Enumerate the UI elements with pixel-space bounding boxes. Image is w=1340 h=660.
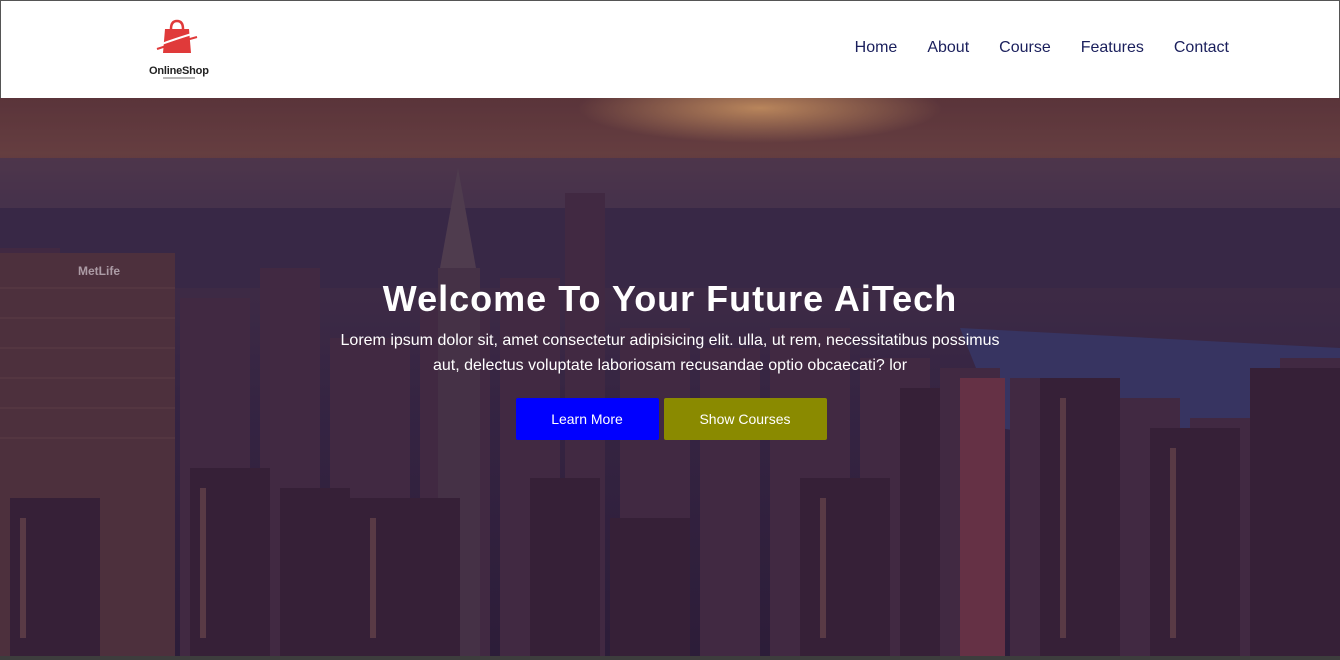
show-courses-button[interactable]: Show Courses xyxy=(663,398,827,440)
learn-more-button[interactable]: Learn More xyxy=(515,398,659,440)
hero-section: MetLife Welcome To Your Future AiTech Lo… xyxy=(0,98,1340,656)
nav-contact[interactable]: Contact xyxy=(1174,39,1229,57)
brand-tagline xyxy=(163,77,195,79)
brand-name: OnlineShop xyxy=(149,65,209,77)
brand-logo[interactable]: OnlineShop xyxy=(147,19,211,81)
hero-buttons: Learn More Show Courses xyxy=(0,398,1340,440)
hero-description: Lorem ipsum dolor sit, amet consectetur … xyxy=(340,332,1000,374)
nav-home[interactable]: Home xyxy=(855,39,898,57)
hero-title: Welcome To Your Future AiTech xyxy=(382,278,958,319)
nav-features[interactable]: Features xyxy=(1081,39,1144,57)
nav-course[interactable]: Course xyxy=(999,39,1051,57)
shopping-bag-icon xyxy=(156,19,198,53)
nav-about[interactable]: About xyxy=(927,39,969,57)
horizontal-scrollbar[interactable] xyxy=(0,656,1340,660)
navbar: OnlineShop Home About Course Features Co… xyxy=(0,0,1340,98)
nav-links: Home About Course Features Contact xyxy=(855,39,1229,57)
hero-content: Welcome To Your Future AiTech Lorem ipsu… xyxy=(0,278,1340,440)
